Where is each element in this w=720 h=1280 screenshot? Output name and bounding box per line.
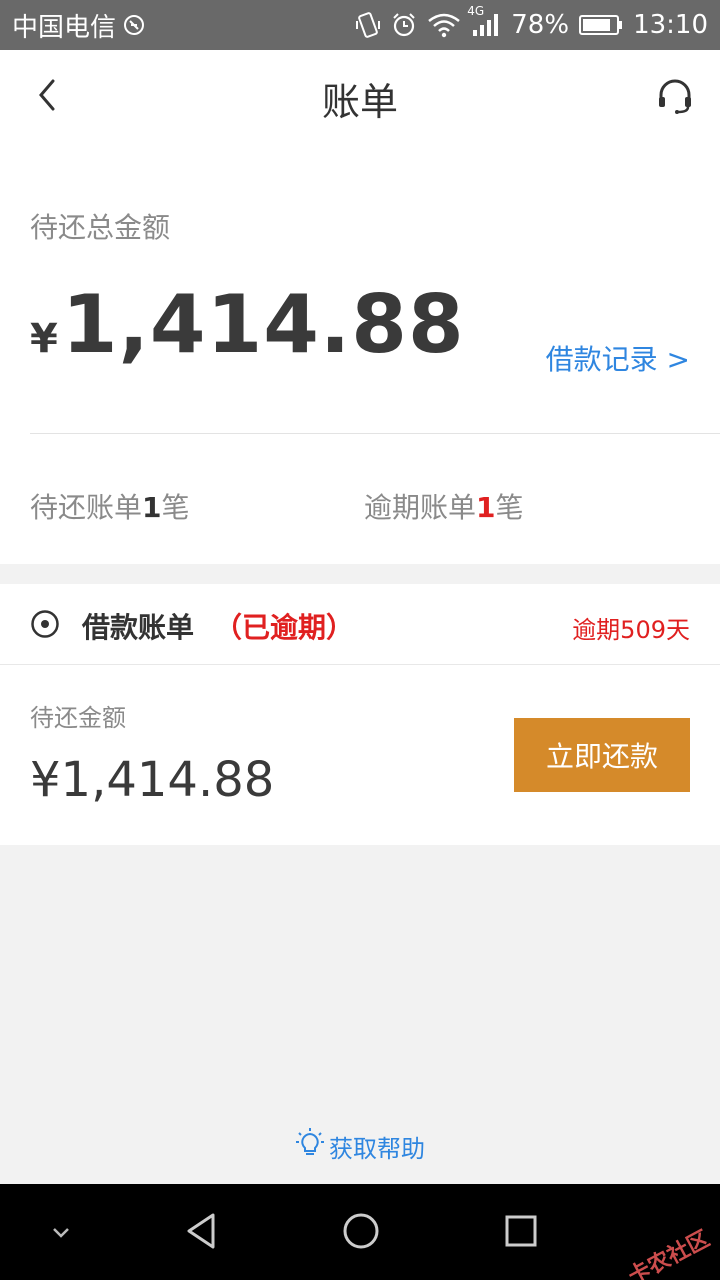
repay-now-button[interactable]: 立即还款 xyxy=(514,718,690,792)
clock: 13:10 xyxy=(633,10,708,40)
network-type-label: 4G xyxy=(467,4,485,18)
due-amount-value: ¥1,414.88 xyxy=(30,752,275,808)
summary-card: 待还总金额 ¥ 1,414.88 借款记录 > 待还账单1笔 逾期账单1笔 xyxy=(0,146,720,564)
divider xyxy=(30,433,720,434)
app-header: 账单 xyxy=(0,50,720,146)
currency-symbol: ¥ xyxy=(30,316,58,362)
back-button[interactable] xyxy=(22,72,72,122)
battery-icon xyxy=(579,13,623,37)
status-bar: 中国电信 4G 78% 13:10 xyxy=(0,0,720,50)
wifi-icon xyxy=(427,12,461,38)
total-due-amount: ¥ 1,414.88 xyxy=(30,278,465,371)
total-due-label: 待还总金额 xyxy=(30,211,171,244)
chevron-down-icon xyxy=(51,1224,71,1243)
customer-service-button[interactable] xyxy=(650,74,700,124)
lightbulb-icon xyxy=(295,1127,325,1165)
status-left: 中国电信 xyxy=(12,7,146,44)
carrier-label: 中国电信 xyxy=(12,12,117,43)
due-amount-label: 待还金额 xyxy=(30,704,126,732)
nav-home-button[interactable] xyxy=(336,1208,386,1258)
overdue-bills-unit: 笔 xyxy=(495,491,524,524)
signal-icon: 4G xyxy=(467,4,501,38)
loan-record-link[interactable]: 借款记录 > xyxy=(546,338,690,378)
watermark: 卡农社区 xyxy=(624,1226,714,1280)
overdue-bills-stat: 逾期账单1笔 xyxy=(364,486,524,526)
vibrate-icon xyxy=(355,11,381,39)
pending-bills-label: 待还账单 xyxy=(30,491,143,524)
back-triangle-icon xyxy=(181,1211,221,1255)
bill-title: 借款账单 xyxy=(82,611,195,644)
status-right: 4G 78% 13:10 xyxy=(355,4,708,40)
pending-bills-stat: 待还账单1笔 xyxy=(30,486,190,526)
bill-header: 借款账单 （已逾期） 逾期509天 xyxy=(0,584,720,664)
divider xyxy=(0,664,720,665)
recents-square-icon xyxy=(503,1213,539,1253)
overdue-days: 逾期509天 xyxy=(572,616,690,644)
nav-collapse-button[interactable] xyxy=(36,1208,86,1258)
page-title: 账单 xyxy=(321,79,398,124)
home-circle-icon xyxy=(341,1211,381,1255)
headset-icon xyxy=(656,79,694,119)
pending-bills-count: 1 xyxy=(142,491,162,524)
get-help-label: 获取帮助 xyxy=(329,1134,425,1163)
alarm-icon xyxy=(391,12,417,38)
overdue-bills-label: 逾期账单 xyxy=(364,491,477,524)
bill-status-badge: （已逾期） xyxy=(214,611,355,644)
bill-card: 借款账单 （已逾期） 逾期509天 待还金额 ¥1,414.88 立即还款 xyxy=(0,584,720,845)
no-disturb-icon xyxy=(122,13,146,37)
battery-percent: 78% xyxy=(511,10,570,40)
total-due-value: 1,414.88 xyxy=(61,278,465,371)
pending-bills-unit: 笔 xyxy=(161,491,190,524)
nav-recents-button[interactable] xyxy=(496,1208,546,1258)
system-nav-bar: 卡农社区 xyxy=(0,1184,720,1280)
nav-back-button[interactable] xyxy=(176,1208,226,1258)
overdue-bills-count: 1 xyxy=(476,491,496,524)
chevron-left-icon xyxy=(35,77,59,117)
get-help-link[interactable]: 获取帮助 xyxy=(0,1126,720,1166)
coin-icon xyxy=(30,609,60,639)
